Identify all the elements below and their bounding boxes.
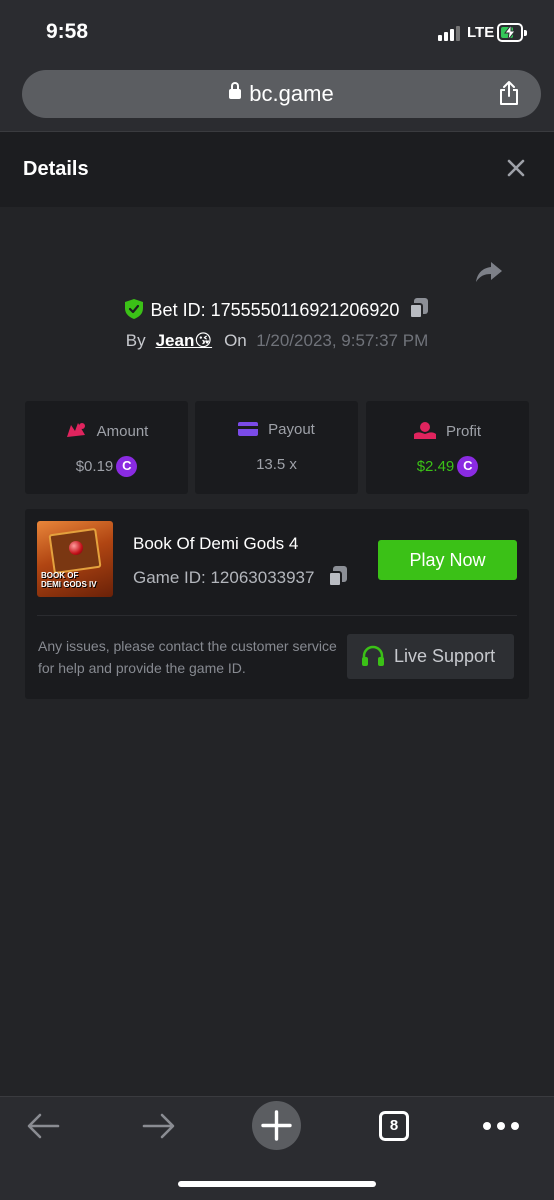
signal-icon <box>438 25 460 41</box>
username-link[interactable]: Jean😘 <box>156 331 212 350</box>
on-label: On <box>224 331 247 350</box>
card-icon <box>238 422 259 436</box>
profit-label: Profit <box>445 423 481 440</box>
share-arrow-icon[interactable] <box>475 259 503 285</box>
browser-toolbar: 8 <box>0 1096 554 1200</box>
profit-icon <box>413 422 436 439</box>
bet-author-row: By Jean😘 On 1/20/2023, 9:57:37 PM <box>0 331 554 355</box>
play-now-button[interactable]: Play Now <box>378 540 517 580</box>
divider <box>37 615 517 616</box>
share-icon[interactable] <box>497 80 521 106</box>
live-support-button[interactable]: Live Support <box>347 634 514 679</box>
profit-value: $2.49 <box>416 458 455 475</box>
support-text: Any issues, please contact the customer … <box>38 638 337 676</box>
plus-icon <box>261 1110 292 1141</box>
copy-icon[interactable] <box>409 298 429 320</box>
amount-label: Amount <box>96 423 149 440</box>
status-time: 9:58 <box>46 20 89 43</box>
amount-value: $0.19 <box>75 458 114 475</box>
details-title: Details <box>23 158 89 180</box>
network-type: LTE <box>467 24 495 41</box>
bet-id-row: Bet ID: 1755550116921206920 <box>0 298 554 324</box>
payout-card: Payout 13.5 x <box>195 401 358 494</box>
battery-icon <box>497 23 527 42</box>
address-bar[interactable]: bc.game <box>22 70 541 118</box>
details-header: Details <box>0 132 554 207</box>
payout-value: 13.5 x <box>256 456 297 473</box>
amount-card: Amount $0.19 <box>25 401 188 494</box>
home-indicator <box>178 1181 376 1187</box>
game-name[interactable]: Book Of Demi Gods 4 <box>133 534 298 554</box>
lock-icon <box>229 82 242 101</box>
game-id: Game ID: 12063033937 <box>133 568 315 587</box>
copy-icon[interactable] <box>328 566 348 588</box>
coin-icon <box>457 456 479 477</box>
thumbnail-text: BOOK OF DEMI GODS IV <box>41 571 97 589</box>
close-icon[interactable] <box>503 155 529 181</box>
amount-icon <box>66 423 85 437</box>
browser-address-area: bc.game <box>0 62 554 132</box>
game-thumbnail[interactable]: BOOK OF DEMI GODS IV <box>37 521 113 597</box>
payout-label: Payout <box>268 421 315 438</box>
back-arrow-icon[interactable] <box>26 1113 60 1139</box>
headset-icon <box>362 645 384 666</box>
tabs-count-button[interactable]: 8 <box>379 1111 409 1141</box>
game-card: BOOK OF DEMI GODS IV Book Of Demi Gods 4… <box>25 509 529 699</box>
bet-date: 1/20/2023, 9:57:37 PM <box>256 331 429 350</box>
profit-card: Profit $2.49 <box>366 401 529 494</box>
forward-arrow-icon[interactable] <box>142 1113 176 1139</box>
new-tab-button[interactable] <box>252 1101 301 1150</box>
shield-check-icon <box>124 299 143 319</box>
coin-icon <box>116 456 138 477</box>
status-bar: 9:58 LTE <box>0 0 554 62</box>
url-text: bc.game <box>249 81 334 106</box>
bet-id: Bet ID: 1755550116921206920 <box>150 300 400 320</box>
live-support-label: Live Support <box>394 646 496 666</box>
more-icon[interactable] <box>483 1122 523 1130</box>
by-label: By <box>125 331 146 350</box>
